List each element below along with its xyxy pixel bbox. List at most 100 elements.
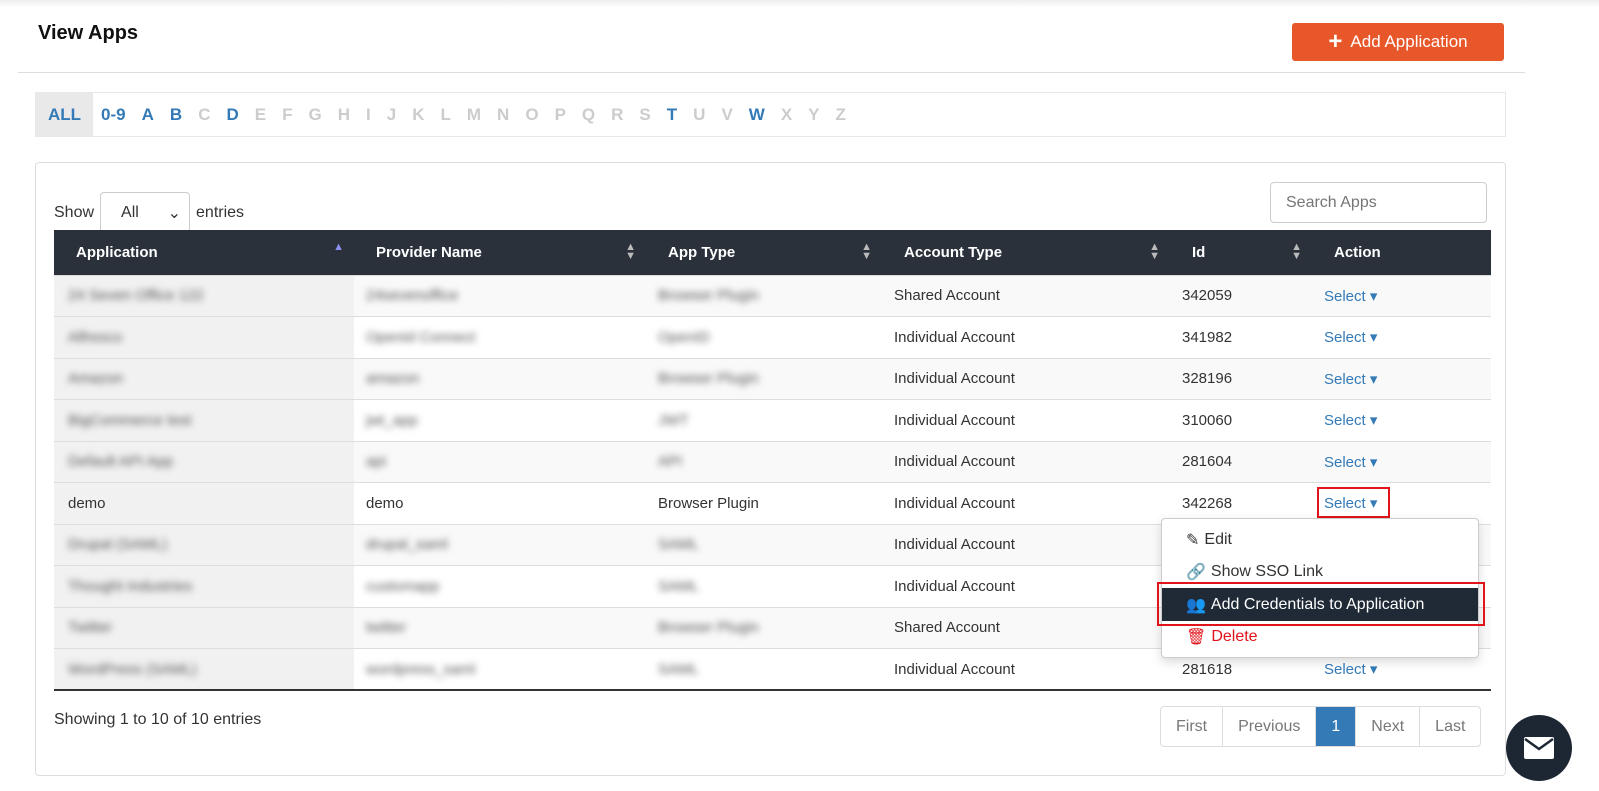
column-header-provider-name[interactable]: Provider Name ▲ ▼ bbox=[354, 230, 646, 275]
cell-text: 342268 bbox=[1182, 494, 1233, 512]
letter-filter-0-9[interactable]: 0-9 bbox=[93, 93, 134, 136]
cell-text: Browser Plugin bbox=[658, 287, 759, 305]
show-label: Show bbox=[54, 203, 95, 221]
action-select[interactable]: Select bbox=[1324, 371, 1366, 388]
column-label: Provider Name bbox=[376, 243, 482, 261]
cell-id: 342059 bbox=[1170, 274, 1312, 317]
cell-text: Individual Account bbox=[894, 577, 1015, 595]
letter-filter-z[interactable]: Z bbox=[828, 93, 854, 136]
letter-filter-q[interactable]: Q bbox=[574, 93, 603, 136]
cell-text: api bbox=[366, 453, 387, 471]
letter-filter-j[interactable]: J bbox=[379, 93, 404, 136]
action-select[interactable]: Select bbox=[1324, 329, 1366, 346]
letter-filter-m[interactable]: M bbox=[459, 93, 489, 136]
letter-filter-o[interactable]: O bbox=[517, 93, 546, 136]
table-row: 24 Seven Office 122 24sevenoffice Browser … bbox=[54, 274, 1491, 317]
caret-down-icon: ▾ bbox=[1365, 287, 1378, 305]
letter-filter-v[interactable]: V bbox=[713, 93, 740, 136]
letter-filter-c[interactable]: C bbox=[190, 93, 218, 136]
letter-filter-a[interactable]: A bbox=[134, 93, 162, 136]
alphabet-filter: ALL 0-9 A B C D E F G H I J K L M N O P Q R S T U V W X Y Z bbox=[35, 92, 1506, 137]
column-header-app-type[interactable]: App Type ▲ ▼ bbox=[646, 230, 882, 275]
column-header-id[interactable]: Id ▲ ▼ bbox=[1170, 230, 1312, 275]
cell-id: 310060 bbox=[1170, 399, 1312, 441]
column-header-application[interactable]: Application ▲ bbox=[54, 230, 354, 275]
show-entries: Show All ⌄ entries bbox=[54, 192, 244, 233]
letter-filter-k[interactable]: K bbox=[404, 93, 432, 136]
letter-filter-b[interactable]: B bbox=[162, 93, 190, 136]
cell-app: Drupal (SAML) bbox=[54, 523, 354, 566]
cell-text: JWT bbox=[658, 411, 689, 429]
cell-text: Thought Industries bbox=[68, 577, 193, 595]
cell-type: SAML bbox=[646, 648, 882, 691]
table-row: Amazon amazon Browser Plugin Individual Acc… bbox=[54, 357, 1491, 400]
menu-label: Edit bbox=[1204, 531, 1232, 548]
cell-type: SAML bbox=[646, 565, 882, 607]
column-header-action[interactable]: Action bbox=[1312, 230, 1491, 275]
cell-id: 281604 bbox=[1170, 440, 1312, 483]
letter-filter-d[interactable]: D bbox=[218, 93, 246, 136]
page-last[interactable]: Last bbox=[1419, 707, 1480, 746]
letter-filter-r[interactable]: R bbox=[603, 93, 631, 136]
letter-filter-y[interactable]: Y bbox=[800, 93, 827, 136]
letter-filter-x[interactable]: X bbox=[773, 93, 800, 136]
column-label: Account Type bbox=[904, 243, 1003, 261]
highlight-add-credentials bbox=[1157, 582, 1485, 626]
column-header-account-type[interactable]: Account Type ▲ ▼ bbox=[882, 230, 1170, 275]
cell-text: wordpress_saml bbox=[366, 660, 476, 678]
letter-filter-w[interactable]: W bbox=[741, 93, 773, 136]
top-shadow bbox=[0, 0, 1599, 8]
cell-app: BigCommerce test bbox=[54, 399, 354, 441]
cell-text: Individual Account bbox=[894, 660, 1015, 678]
page-first[interactable]: First bbox=[1161, 707, 1222, 746]
cell-type: SAML bbox=[646, 523, 882, 566]
divider bbox=[18, 72, 1525, 73]
cell-account: Individual Account bbox=[882, 357, 1170, 400]
action-select[interactable]: Select bbox=[1324, 412, 1366, 429]
add-application-button[interactable]: + Add Application bbox=[1292, 23, 1504, 61]
column-label: Application bbox=[76, 243, 158, 261]
letter-filter-s[interactable]: S bbox=[631, 93, 658, 136]
letter-filter-i[interactable]: I bbox=[358, 93, 379, 136]
menu-item-edit[interactable]: ✎ Edit bbox=[1162, 525, 1478, 555]
cell-text: 310060 bbox=[1182, 411, 1233, 429]
cell-type: API bbox=[646, 440, 882, 483]
cell-text: Browser Plugin bbox=[658, 370, 759, 388]
cell-text: Default API App bbox=[68, 453, 174, 471]
cell-type: Browser Plugin bbox=[646, 482, 882, 524]
cell-text: API bbox=[658, 453, 683, 471]
search-input[interactable] bbox=[1270, 182, 1487, 223]
chat-button[interactable] bbox=[1506, 715, 1572, 781]
cell-provider: demo bbox=[354, 482, 646, 524]
letter-filter-n[interactable]: N bbox=[489, 93, 517, 136]
cell-provider: drupal_saml bbox=[354, 523, 646, 566]
column-label: App Type bbox=[668, 243, 736, 261]
menu-label: Show SSO Link bbox=[1210, 563, 1323, 580]
letter-filter-l[interactable]: L bbox=[432, 93, 458, 136]
letter-filter-u[interactable]: U bbox=[685, 93, 713, 136]
cell-text: demo bbox=[366, 494, 404, 512]
cell-app: Default API App bbox=[54, 440, 354, 483]
cell-account: Individual Account bbox=[882, 565, 1170, 607]
action-select[interactable]: Select bbox=[1324, 661, 1366, 678]
page-previous[interactable]: Previous bbox=[1222, 707, 1315, 746]
letter-filter-g[interactable]: G bbox=[300, 93, 329, 136]
action-select[interactable]: Select bbox=[1324, 454, 1366, 471]
cell-app: Alfresco bbox=[54, 316, 354, 358]
letter-filter-all[interactable]: ALL bbox=[36, 93, 94, 136]
sort-icon: ▲ ▼ bbox=[625, 241, 636, 262]
cell-app: demo bbox=[54, 482, 354, 524]
page-1[interactable]: 1 bbox=[1315, 707, 1356, 746]
cell-action: Select ▾ bbox=[1312, 357, 1491, 400]
letter-filter-h[interactable]: H bbox=[330, 93, 358, 136]
action-select[interactable]: Select bbox=[1324, 288, 1366, 305]
letter-filter-p[interactable]: P bbox=[547, 93, 574, 136]
caret-down-icon: ▾ bbox=[1365, 412, 1378, 430]
letter-filter-f[interactable]: F bbox=[274, 93, 300, 136]
entries-select[interactable]: All ⌄ bbox=[100, 192, 191, 233]
page-next[interactable]: Next bbox=[1355, 707, 1419, 746]
cell-text: SAML bbox=[658, 536, 699, 554]
letter-filter-e[interactable]: E bbox=[247, 93, 274, 136]
menu-item-delete[interactable]: 🗑 Delete bbox=[1162, 622, 1478, 652]
letter-filter-t[interactable]: T bbox=[659, 93, 685, 136]
